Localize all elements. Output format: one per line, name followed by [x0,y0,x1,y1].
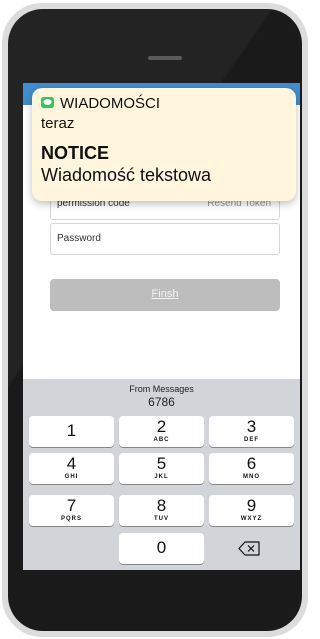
key-letters: DEF [244,437,259,443]
key-letters: JKL [154,474,169,480]
key-3[interactable]: 3 DEF [209,416,294,447]
key-letters: ABC [153,437,170,443]
key-4[interactable]: 4 GHI [29,453,114,484]
key-5[interactable]: 5 JKL [119,453,204,484]
numeric-keyboard: From Messages 6786 1 2 ABC 3 DEF 4 GHI 5… [23,379,300,570]
key-digit: 4 [66,454,77,473]
key-0[interactable]: 0 [119,533,204,564]
earpiece-speaker [148,56,182,60]
suggestion-code: 6786 [148,395,175,409]
notification-body: Wiadomość tekstowa [41,165,212,185]
finish-button[interactable]: Finsh [50,279,280,311]
key-digit: 0 [156,538,167,557]
key-letters: MNO [243,474,260,480]
key-digit: 3 [246,417,257,436]
notification-app-name: WIADOMOŚCI [60,95,160,112]
key-digit: 2 [156,417,167,436]
key-9[interactable]: 9 WXYZ [209,495,294,526]
key-letters: WXYZ [240,516,263,522]
notification-title: NOTICE [41,143,110,163]
key-7[interactable]: 7 PQRS [29,495,114,526]
finish-button-label: Finsh [151,288,179,300]
message-notification[interactable]: WIADOMOŚCI teraz NOTICE Wiadomość teksto… [32,88,296,201]
password-field[interactable]: Password [50,223,280,255]
messages-icon [41,97,54,108]
password-placeholder: Password [57,233,101,244]
key-digit: 7 [66,496,77,515]
key-8[interactable]: 8 TUV [119,495,204,526]
key-digit: 5 [156,454,167,473]
key-digit: 9 [246,496,257,515]
backspace-key[interactable] [209,533,294,564]
key-2[interactable]: 2 ABC [119,416,204,447]
key-1[interactable]: 1 [29,416,114,447]
key-6[interactable]: 6 MNO [209,453,294,484]
autofill-suggestion[interactable]: From Messages 6786 [23,379,300,409]
key-digit: 1 [66,421,77,440]
suggestion-source: From Messages [129,384,194,394]
key-letters: GHI [64,474,79,480]
key-digit: 8 [156,496,167,515]
backspace-icon [238,541,260,556]
key-letters: TUV [154,516,169,522]
key-digit: 6 [246,454,257,473]
key-letters: PQRS [60,516,82,522]
notification-time: teraz [41,115,75,132]
